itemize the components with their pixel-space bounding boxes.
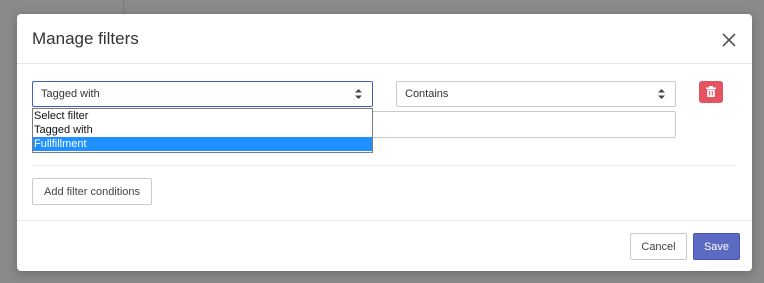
select-arrows-icon [658, 88, 665, 100]
dropdown-option-select-filter[interactable]: Select filter [33, 109, 372, 123]
dropdown-option-tagged-with[interactable]: Tagged with [33, 123, 372, 137]
filter-type-select[interactable]: Tagged with [32, 81, 373, 107]
filter-type-value: Tagged with [41, 88, 100, 100]
operator-value: Contains [405, 88, 449, 100]
close-icon[interactable] [720, 31, 738, 49]
modal-header: Manage filters [17, 14, 752, 64]
manage-filters-modal: Manage filters Tagged with Contains Sele… [17, 14, 752, 271]
operator-select[interactable]: Contains [396, 81, 676, 107]
add-filter-conditions-button[interactable]: Add filter conditions [32, 178, 152, 205]
select-arrows-icon [355, 88, 362, 100]
footer-divider [17, 220, 752, 221]
cancel-button[interactable]: Cancel [630, 233, 687, 260]
section-divider [32, 165, 736, 166]
save-button[interactable]: Save [693, 233, 740, 260]
delete-filter-button[interactable] [699, 81, 723, 103]
dropdown-option-fullfillment[interactable]: Fullfillment [33, 137, 372, 151]
filter-type-dropdown[interactable]: Select filter Tagged with Fullfillment [32, 108, 373, 153]
modal-title: Manage filters [32, 29, 139, 48]
background-divider [123, 0, 124, 14]
trash-icon [706, 86, 716, 97]
